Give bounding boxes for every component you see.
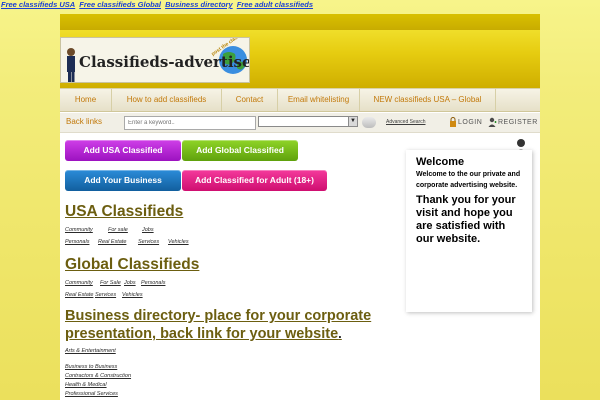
lock-icon [450,117,456,127]
page-frame: Classifieds-advertisement.com post the c… [60,14,540,400]
search-button[interactable] [362,117,376,128]
welcome-text: Welcome to the our private and corporate… [416,171,521,189]
global-cat-services[interactable]: Services [95,292,116,298]
category-select[interactable]: ▼ [258,116,358,127]
add-adult-classified-button[interactable]: Add Classified for Adult (18+) [182,170,327,191]
usa-cat-jobs[interactable]: Jobs [142,227,154,233]
welcome-thanks: Thank you for your visit and hope you ar… [416,194,516,245]
usa-cat-for-sale[interactable]: For sale [108,227,128,233]
usa-cat-community[interactable]: Community [65,227,93,233]
usa-cat-vehicles[interactable]: Vehicles [168,239,189,245]
nav-contact[interactable]: Contact [222,89,278,111]
search-bar: Back links ▼ Advanced Search LOGIN REGIS… [60,113,540,133]
business-directory-title: Business directory- place for your corpo… [65,308,372,342]
biz-cat-contractors[interactable]: Contractors & Construction [65,373,131,379]
global-cat-community[interactable]: Community [65,280,93,286]
biz-cat-b2b[interactable]: Business to Business [65,364,117,370]
biz-cat-arts[interactable]: Arts & Entertainment [65,348,116,354]
usa-cat-services[interactable]: Services [138,239,159,245]
global-classifieds-heading[interactable]: Global Classifieds [65,256,199,274]
global-cat-vehicles[interactable]: Vehicles [122,292,143,298]
add-usa-classified-button[interactable]: Add USA Classified [65,140,181,161]
nav-how-to-add[interactable]: How to add classifieds [112,89,222,111]
global-cat-real-estate[interactable]: Real Estate [65,292,93,298]
chevron-down-icon: ▼ [348,117,357,126]
back-links-link[interactable]: Back links [66,117,102,126]
welcome-title: Welcome [416,156,465,168]
usa-classifieds-heading[interactable]: USA Classifieds [65,203,183,221]
login-link[interactable]: LOGIN [458,119,482,126]
biz-cat-professional[interactable]: Professional Services [65,391,118,397]
top-link-usa[interactable]: Free classifieds USA [1,0,75,9]
global-cat-personals[interactable]: Personals [141,280,165,286]
register-link[interactable]: REGISTER [498,119,538,126]
top-links-bar: Free classifieds USA Free classifieds Gl… [0,0,600,12]
welcome-box: Welcome Welcome to the our private and c… [406,150,532,312]
global-cat-for-sale[interactable]: For Sale [100,280,121,286]
keyword-input[interactable] [124,116,256,130]
logo-graphic: Classifieds-advertisement.com post the c… [61,38,250,82]
add-global-classified-button[interactable]: Add Global Classified [182,140,298,161]
top-link-business[interactable]: Business directory [165,0,233,9]
main-nav: Home How to add classifieds Contact Emai… [60,88,540,112]
heading-period: . [338,326,342,341]
global-cat-jobs[interactable]: Jobs [124,280,136,286]
nav-email-whitelisting[interactable]: Email whitelisting [278,89,360,111]
top-link-adult[interactable]: Free adult classifieds [237,0,313,9]
business-directory-heading[interactable]: Business directory- place for your corpo… [65,308,395,343]
add-business-button[interactable]: Add Your Business [65,170,181,191]
advanced-search-link[interactable]: Advanced Search [386,119,425,125]
nav-new-classifieds[interactable]: NEW classifieds USA – Global [360,89,496,111]
top-link-global[interactable]: Free classifieds Global [79,0,161,9]
top-gold-bar [60,14,540,30]
usa-cat-real-estate[interactable]: Real Estate [98,239,126,245]
usa-cat-personals[interactable]: Personals [65,239,89,245]
biz-cat-health[interactable]: Health & Medical [65,382,107,388]
logo-text: Classifieds-advertisement.com [79,53,250,71]
nav-home[interactable]: Home [60,89,112,111]
register-icon [488,117,497,127]
site-logo[interactable]: Classifieds-advertisement.com post the c… [60,37,250,83]
